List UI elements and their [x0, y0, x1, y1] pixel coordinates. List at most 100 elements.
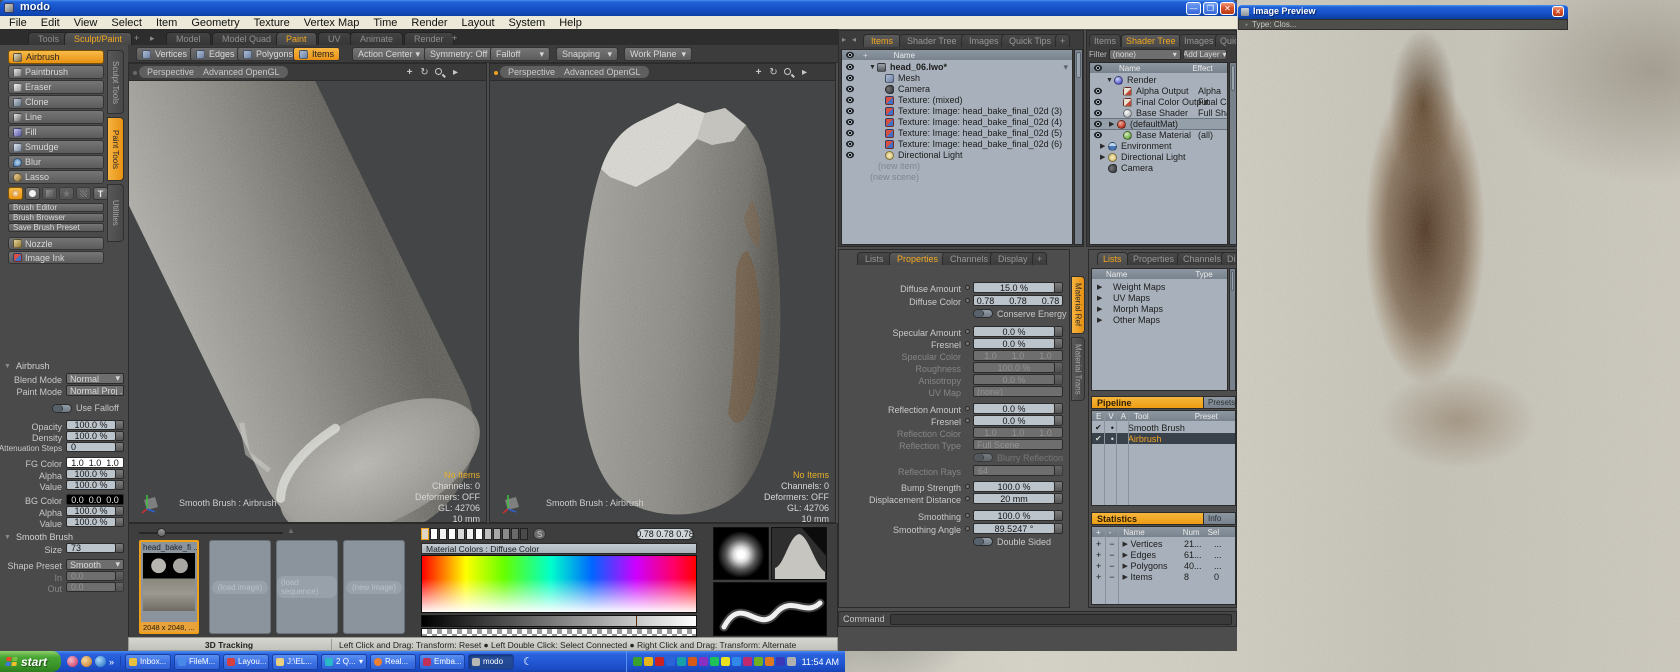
visible-dot-icon[interactable]: • [1111, 423, 1114, 433]
channel-knob[interactable] [965, 526, 970, 531]
tab-scroll-arrow-icon[interactable]: ▸ [150, 33, 155, 44]
image-thumbnail-selected[interactable]: head_bake_fi ... 2048 x 2048, ... [139, 540, 199, 634]
sample-color-button[interactable]: S [533, 528, 546, 540]
taskbar-button-real[interactable]: Real... [370, 654, 416, 670]
fg-value-field[interactable]: 100.0 % [66, 480, 116, 490]
eye-icon[interactable] [1094, 121, 1102, 127]
snapping-dropdown[interactable]: Snapping▾ [556, 47, 618, 61]
swatch[interactable] [457, 528, 465, 540]
shader-row-camera[interactable]: Camera [1090, 163, 1227, 173]
close-icon[interactable]: ✕ [1220, 2, 1235, 15]
new-image-pill[interactable]: (new image) [346, 581, 402, 594]
pipeline-row-airbrush[interactable]: ✔ • Airbrush [1092, 433, 1235, 444]
tab-display[interactable]: Display [990, 252, 1036, 265]
pipeline-presets-header[interactable]: Presets [1204, 396, 1236, 409]
tray-icon[interactable] [743, 657, 752, 666]
bg-value-field[interactable]: 100.0 % [66, 517, 116, 527]
tray-icon[interactable] [688, 657, 697, 666]
menu-time[interactable]: Time [366, 17, 404, 29]
eye-icon[interactable] [846, 130, 854, 136]
item-row-mesh[interactable]: Mesh [842, 73, 1072, 83]
channel-knob[interactable] [965, 329, 970, 334]
spinner[interactable] [1055, 510, 1063, 521]
zoom-icon[interactable] [435, 68, 442, 75]
lists-scrollbar[interactable] [1229, 268, 1236, 391]
tab-scroll-right-icon[interactable]: ◂ [852, 35, 856, 44]
menu-geometry[interactable]: Geometry [184, 17, 246, 29]
swatch[interactable] [421, 528, 429, 540]
tab-images[interactable]: Images [1179, 34, 1219, 47]
tray-icon[interactable] [677, 657, 686, 666]
tab-items[interactable]: Items [863, 34, 901, 47]
item-row-texture-mixed[interactable]: Texture: (mixed) [842, 95, 1072, 105]
specular-fresnel-field[interactable]: 0.0 % [973, 338, 1055, 349]
tab-material-ref[interactable]: Material Ref [1071, 276, 1085, 334]
brush-tip-hard-button[interactable] [25, 187, 40, 200]
conserve-energy-checkbox[interactable] [973, 309, 993, 318]
swatch[interactable] [493, 528, 501, 540]
tab-material-trans[interactable]: Material Trans [1071, 337, 1085, 401]
command-input[interactable] [890, 614, 1232, 625]
taskbar-extra-icon[interactable]: ☾ [523, 655, 533, 668]
tab-quick-tips[interactable]: Quick Tips [1215, 34, 1237, 47]
expand-icon[interactable]: ▶ [1097, 294, 1105, 302]
reflection-amount-field[interactable]: 0.0 % [973, 403, 1055, 414]
spinner[interactable] [1055, 481, 1063, 492]
item-row-new-item[interactable]: (new item) [842, 161, 1072, 171]
expand-icon[interactable]: ▶ [1097, 316, 1105, 324]
filter-dropdown[interactable]: (none)▾ [1109, 49, 1181, 60]
load-image-pill[interactable]: (load image) [212, 581, 268, 594]
tab-model[interactable]: Model [166, 32, 211, 45]
tray-icon[interactable] [699, 657, 708, 666]
value-marker[interactable] [636, 616, 637, 626]
swatch[interactable] [511, 528, 519, 540]
shader-row-default-mat[interactable]: ▶(defaultMat) [1090, 119, 1227, 129]
visible-dot-icon[interactable]: • [1111, 434, 1114, 444]
tab-quick-tips[interactable]: Quick Tips [1001, 34, 1059, 47]
menu-texture[interactable]: Texture [247, 17, 297, 29]
titlebar[interactable]: modo — ❐ ✕ [0, 0, 1237, 16]
opacity-spinner[interactable] [116, 420, 124, 430]
menu-file[interactable]: File [2, 17, 34, 29]
tab-lists[interactable]: Lists [1097, 252, 1128, 265]
bump-strength-field[interactable]: 100.0 % [973, 481, 1055, 492]
menu-vertex-map[interactable]: Vertex Map [297, 17, 367, 29]
tab-shader-tree[interactable]: Shader Tree [1121, 34, 1181, 47]
use-falloff-checkbox[interactable] [52, 404, 72, 413]
add-panel-tab-button[interactable]: + [1055, 34, 1070, 47]
list-collapse-icon[interactable]: ▾ [1063, 62, 1068, 73]
paint-mode-dropdown[interactable]: Normal Proj ...▾ [66, 385, 124, 396]
items-scrollbar[interactable] [1074, 49, 1083, 245]
taskbar-button-modo[interactable]: modo [468, 654, 514, 670]
eye-icon[interactable] [846, 64, 854, 70]
menu-layout[interactable]: Layout [454, 17, 501, 29]
tray-icon[interactable] [655, 657, 664, 666]
work-plane-dropdown[interactable]: Work Plane▾ [624, 47, 692, 61]
add-panel-tab-button[interactable]: + [1032, 252, 1047, 265]
add-layer-button[interactable]: Add Layer▾ [1183, 49, 1227, 60]
menu-edit[interactable]: Edit [34, 17, 67, 29]
attenuation-spinner[interactable] [116, 442, 124, 452]
tab-sculpt-tools[interactable]: Sculpt Tools [107, 50, 124, 114]
double-sided-checkbox[interactable] [973, 537, 993, 546]
channel-knob[interactable] [965, 496, 970, 501]
tray-icon[interactable] [633, 657, 642, 666]
viewport-renderer-dropdown[interactable]: Advanced OpenGL [195, 66, 288, 78]
falloff-dropdown[interactable]: Falloff▾ [490, 47, 550, 61]
brush-tip-soft-button[interactable] [8, 187, 23, 200]
shader-row-render[interactable]: ▼Render [1090, 75, 1227, 85]
spinner[interactable] [1055, 403, 1063, 414]
eye-icon[interactable] [1094, 110, 1102, 116]
new-image-slot[interactable]: (new image) [343, 540, 405, 634]
text-brush-button[interactable]: T [93, 187, 108, 200]
expand-icon[interactable]: ▶ [1109, 120, 1117, 128]
tool-paintbrush[interactable]: Paintbrush [8, 65, 104, 79]
brush-tip-procedural-button[interactable] [42, 187, 57, 200]
stat-row-edges[interactable]: +−▶Edges61...... [1092, 550, 1235, 560]
expand-plus-icon[interactable]: + [1096, 572, 1101, 582]
shader-row-base-shader[interactable]: Base ShaderFull Shading [1090, 108, 1227, 118]
density-spinner[interactable] [116, 431, 124, 441]
image-preview-titlebar[interactable]: Image Preview ✕ [1238, 5, 1568, 19]
tool-lasso[interactable]: Lasso [8, 170, 104, 184]
minimize-icon[interactable]: — [1186, 2, 1201, 15]
